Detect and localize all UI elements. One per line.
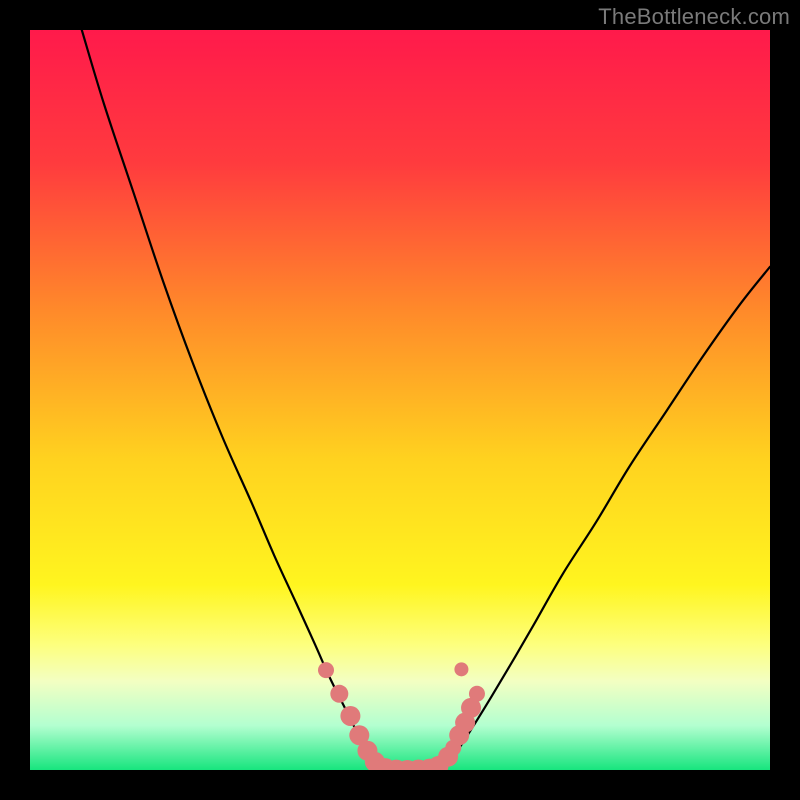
valley-markers-group xyxy=(318,662,485,770)
watermark-text: TheBottleneck.com xyxy=(598,4,790,30)
valley-marker xyxy=(469,686,485,702)
valley-marker xyxy=(330,685,348,703)
valley-marker xyxy=(340,706,360,726)
markers-layer xyxy=(30,30,770,770)
valley-marker xyxy=(318,662,334,678)
valley-marker xyxy=(454,662,468,676)
chart-frame: TheBottleneck.com xyxy=(0,0,800,800)
plot-area xyxy=(30,30,770,770)
